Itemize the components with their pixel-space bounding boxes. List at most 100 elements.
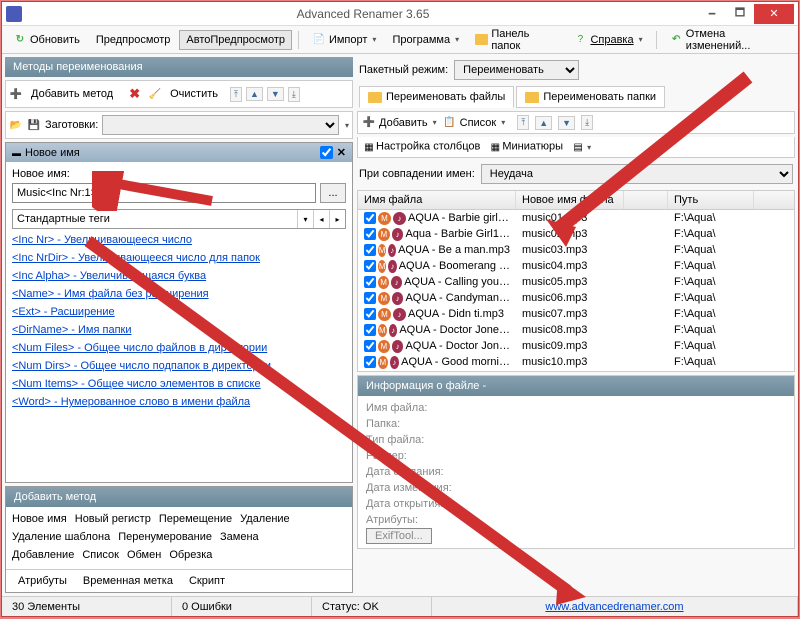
list-down-button[interactable]: ▼ bbox=[558, 116, 575, 130]
tag-link[interactable]: <DirName> - Имя папки bbox=[12, 321, 346, 339]
columns-button[interactable]: ▦Настройка столбцов bbox=[362, 140, 480, 154]
import-button[interactable]: 📄Импорт▾ bbox=[305, 29, 383, 51]
add-method-item[interactable]: Новый регистр bbox=[75, 511, 159, 527]
program-button[interactable]: Программа▾ bbox=[385, 30, 466, 50]
view-menu-button[interactable]: ▤▾ bbox=[571, 140, 591, 154]
save-icon[interactable]: 💾 bbox=[27, 118, 41, 132]
row-checkbox[interactable] bbox=[364, 356, 376, 368]
match-select[interactable]: Неудача bbox=[481, 164, 793, 184]
table-row[interactable]: M♪AQUA - Doctor Jon…music09.mp3F:\Aqua\ bbox=[358, 338, 794, 354]
tag-link[interactable]: <Num Files> - Общее число файлов в дирек… bbox=[12, 339, 346, 357]
tag-link[interactable]: <Ext> - Расширение bbox=[12, 303, 346, 321]
list-bottom-button[interactable]: ⤓ bbox=[581, 115, 593, 130]
close-button[interactable]: ✕ bbox=[754, 4, 794, 24]
add-method-item[interactable]: Добавление bbox=[12, 547, 82, 563]
move-top-button[interactable]: ⤒ bbox=[230, 87, 242, 102]
list-top-button[interactable]: ⤒ bbox=[517, 115, 529, 130]
add-method-item[interactable]: Удаление bbox=[240, 511, 298, 527]
refresh-button[interactable]: ↻Обновить bbox=[6, 29, 87, 51]
undo-button[interactable]: ↶Отмена изменений... bbox=[663, 24, 794, 56]
help-icon: ? bbox=[573, 33, 587, 47]
tags-category-select[interactable]: Стандартные теги bbox=[13, 210, 297, 228]
method-enabled-checkbox[interactable] bbox=[320, 146, 333, 159]
table-row[interactable]: M♪AQUA - Boomerang …music04.mp3F:\Aqua\ bbox=[358, 258, 794, 274]
row-checkbox[interactable] bbox=[364, 340, 376, 352]
files-toolbar: ➕Добавить▾ 📋Список▾ ⤒ ▲ ▼ ⤓ bbox=[357, 111, 795, 134]
maximize-button[interactable]: 🗖 bbox=[726, 4, 754, 24]
tag-link[interactable]: <Inc Nr> - Увеличивающееся число bbox=[12, 231, 346, 249]
row-checkbox[interactable] bbox=[364, 212, 376, 224]
col-filename[interactable]: Имя файла bbox=[358, 191, 516, 209]
add-method-tab[interactable]: Атрибуты bbox=[10, 572, 75, 590]
chevron-down-icon: ▾ bbox=[501, 118, 505, 127]
presets-menu-icon[interactable]: ▾ bbox=[345, 121, 349, 130]
thumbnails-button[interactable]: ▦Миниатюры bbox=[488, 140, 563, 154]
add-method-tab[interactable]: Временная метка bbox=[75, 572, 181, 590]
move-up-button[interactable]: ▲ bbox=[246, 87, 263, 101]
tag-link[interactable]: <Word> - Нумерованное слово в имени файл… bbox=[12, 393, 346, 411]
thumbnails-icon: ▦ bbox=[488, 140, 502, 154]
tag-link[interactable]: <Inc Alpha> - Увеличивающаяся буква bbox=[12, 267, 346, 285]
chevron-down-icon: ▾ bbox=[587, 143, 591, 152]
row-checkbox[interactable] bbox=[364, 292, 376, 304]
move-down-button[interactable]: ▼ bbox=[267, 87, 284, 101]
batch-mode-select[interactable]: Переименовать bbox=[454, 60, 579, 80]
presets-select[interactable] bbox=[102, 115, 339, 135]
tags-next-icon[interactable]: ▸ bbox=[329, 210, 345, 228]
move-bottom-button[interactable]: ⤓ bbox=[288, 87, 300, 102]
row-checkbox[interactable] bbox=[364, 276, 376, 288]
method-close-button[interactable]: ✕ bbox=[337, 146, 346, 159]
col-newname[interactable]: Новое имя файла bbox=[516, 191, 624, 209]
open-icon[interactable]: 📂 bbox=[9, 118, 23, 132]
exiftool-button[interactable]: ExifTool... bbox=[366, 528, 432, 544]
add-method-item[interactable]: Обрезка bbox=[169, 547, 220, 563]
add-method-item[interactable]: Новое имя bbox=[12, 511, 75, 527]
new-name-input[interactable] bbox=[12, 183, 316, 203]
autopreview-button[interactable]: АвтоПредпросмотр bbox=[179, 30, 292, 50]
add-method-item[interactable]: Перенумерование bbox=[118, 529, 220, 545]
tags-dropdown-icon[interactable]: ▾ bbox=[297, 210, 313, 228]
add-method-item[interactable]: Список bbox=[82, 547, 127, 563]
tab-rename-files[interactable]: Переименовать файлы bbox=[359, 86, 514, 108]
add-method-tab[interactable]: Скрипт bbox=[181, 572, 233, 590]
row-checkbox[interactable] bbox=[364, 260, 376, 272]
add-method-item[interactable]: Замена bbox=[220, 529, 267, 545]
add-method-button[interactable]: Добавить метод bbox=[27, 86, 117, 102]
table-row[interactable]: M♪AQUA - Calling you…music05.mp3F:\Aqua\ bbox=[358, 274, 794, 290]
minimize-button[interactable]: 🗕 bbox=[698, 4, 726, 24]
row-checkbox[interactable] bbox=[364, 244, 376, 256]
collapse-button[interactable]: ▬ bbox=[12, 148, 21, 158]
table-row[interactable]: M♪AQUA - Be a man.mp3music03.mp3F:\Aqua\ bbox=[358, 242, 794, 258]
list-icon: 📋 bbox=[443, 116, 457, 130]
table-row[interactable]: M♪AQUA - Barbie girl…music01.mp3F:\Aqua\ bbox=[358, 210, 794, 226]
tab-rename-folders[interactable]: Переименовать папки bbox=[516, 86, 665, 108]
add-files-button[interactable]: ➕Добавить▾ bbox=[362, 116, 437, 130]
list-menu-button[interactable]: 📋Список▾ bbox=[443, 116, 506, 130]
add-method-item[interactable]: Удаление шаблона bbox=[12, 529, 118, 545]
add-method-item[interactable]: Перемещение bbox=[159, 511, 240, 527]
table-row[interactable]: M♪AQUA - Good morni…music10.mp3F:\Aqua\ bbox=[358, 354, 794, 370]
row-checkbox[interactable] bbox=[364, 228, 376, 240]
tag-link[interactable]: <Inc NrDir> - Увеличивающееся число для … bbox=[12, 249, 346, 267]
help-button[interactable]: ?Справка▾ bbox=[566, 29, 649, 51]
row-checkbox[interactable] bbox=[364, 308, 376, 320]
folders-panel-button[interactable]: Панель папок bbox=[468, 24, 564, 56]
tag-link[interactable]: <Name> - Имя файла без расширения bbox=[12, 285, 346, 303]
tags-prev-icon[interactable]: ◂ bbox=[313, 210, 329, 228]
tag-link[interactable]: <Num Items> - Общее число элементов в сп… bbox=[12, 375, 346, 393]
clear-methods-button[interactable]: Очистить bbox=[166, 86, 222, 102]
table-row[interactable]: M♪AQUA - Didn ti.mp3music07.mp3F:\Aqua\ bbox=[358, 306, 794, 322]
website-link[interactable]: www.advancedrenamer.com bbox=[545, 601, 683, 613]
col-path[interactable]: Путь bbox=[668, 191, 754, 209]
col-blank[interactable] bbox=[624, 191, 668, 209]
table-row[interactable]: M♪AQUA - Doctor Jone…music08.mp3F:\Aqua\ bbox=[358, 322, 794, 338]
add-method-item[interactable]: Обмен bbox=[127, 547, 169, 563]
table-row[interactable]: M♪AQUA - Candyman…music06.mp3F:\Aqua\ bbox=[358, 290, 794, 306]
table-row[interactable]: M♪Aqua - Barbie Girl1…music02.mp3F:\Aqua… bbox=[358, 226, 794, 242]
pattern-browse-button[interactable]: ... bbox=[320, 183, 346, 203]
row-checkbox[interactable] bbox=[364, 324, 376, 336]
list-up-button[interactable]: ▲ bbox=[535, 116, 552, 130]
preview-button[interactable]: Предпросмотр bbox=[89, 30, 178, 50]
tag-link[interactable]: <Num Dirs> - Общее число подпапок в дире… bbox=[12, 357, 346, 375]
delete-method-button[interactable]: ✖ bbox=[125, 84, 144, 104]
